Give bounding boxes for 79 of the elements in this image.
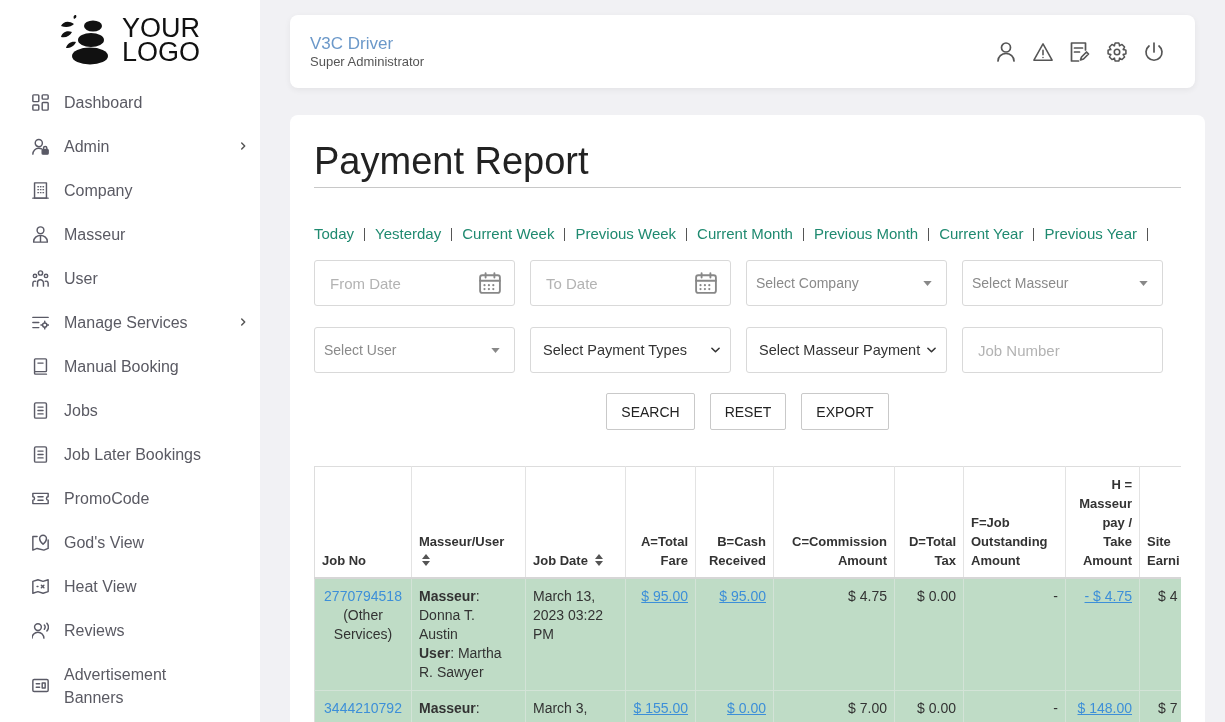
date-field[interactable]: To Date xyxy=(530,260,731,306)
document-icon xyxy=(32,445,49,463)
power-icon[interactable] xyxy=(1144,41,1164,62)
edit-icon[interactable] xyxy=(1070,41,1090,62)
table-cell: $ 4.75 xyxy=(773,578,895,691)
quick-filter-link[interactable]: Current Month xyxy=(697,225,793,243)
chevron-down-icon xyxy=(711,347,720,353)
account-role: Super Administrator xyxy=(310,53,425,70)
dropdown-field[interactable]: Select Payment Types xyxy=(530,327,731,373)
sidebar-item[interactable]: Manage Services xyxy=(0,300,260,344)
logo-text: YOUR LOGO xyxy=(122,16,200,64)
quick-filter-link[interactable]: Previous Year xyxy=(1044,225,1137,243)
quick-filter-link[interactable]: Current Year xyxy=(939,225,1024,243)
sidebar-item[interactable]: Manual Booking xyxy=(0,344,260,388)
sidebar-item[interactable]: Dashboard xyxy=(0,80,260,124)
building-icon xyxy=(32,181,49,199)
sort-icon xyxy=(422,554,430,566)
table-cell: March 3, xyxy=(525,690,626,722)
chevron-right-icon xyxy=(240,317,246,327)
user-name: User: Martha R. Sawyer xyxy=(419,644,503,682)
warning-icon[interactable] xyxy=(1033,41,1053,62)
table-cell: $ 4 xyxy=(1139,578,1181,691)
document-icon xyxy=(32,401,49,419)
caret-icon xyxy=(491,347,500,353)
table-cell: - xyxy=(963,578,1066,691)
sidebar-item[interactable]: Reviews xyxy=(0,608,260,652)
sidebar-item[interactable]: Advertisement Banners xyxy=(0,652,260,719)
chevron-right-icon xyxy=(240,141,246,151)
quick-filter-link[interactable]: Today xyxy=(314,225,355,243)
ad-banner-icon xyxy=(32,677,49,694)
settings-icon[interactable] xyxy=(1107,41,1127,62)
action-button[interactable]: EXPORT xyxy=(801,393,889,430)
table-cell: $ 7 xyxy=(1139,690,1181,722)
quick-filter-link[interactable]: Current Week xyxy=(462,225,555,243)
table-cell: $ 7.00 xyxy=(773,690,895,722)
dropdown-field[interactable]: Select Masseur Payment xyxy=(746,327,947,373)
quick-filter-link[interactable]: Previous Month xyxy=(813,225,919,243)
service-label: (Other Services) xyxy=(332,606,394,644)
person-voice-icon xyxy=(32,621,49,639)
page-title: Payment Report xyxy=(314,140,590,183)
sidebar-item[interactable]: PromoCode xyxy=(0,476,260,520)
user-lock-icon xyxy=(32,137,49,155)
date-field[interactable]: From Date xyxy=(314,260,515,306)
map-icon xyxy=(32,577,49,595)
account-name: V3C Driver xyxy=(310,33,394,54)
chevron-down-icon xyxy=(927,347,936,353)
calendar-icon xyxy=(695,272,717,294)
person-icon xyxy=(32,225,49,243)
map-pin-icon xyxy=(32,533,49,551)
sidebar-item[interactable]: Heat View xyxy=(0,564,260,608)
quick-filter-link[interactable]: Yesterday xyxy=(375,225,442,243)
table-cell: $ 0.00 xyxy=(894,690,964,722)
sidebar-item[interactable]: User xyxy=(0,256,260,300)
calendar-icon xyxy=(479,272,501,294)
input-field[interactable]: Job Number xyxy=(962,327,1163,373)
caret-icon xyxy=(923,280,932,286)
sidebar-item[interactable]: Jobs xyxy=(0,388,260,432)
sidebar-item[interactable]: Masseur xyxy=(0,212,260,256)
grid-icon xyxy=(32,93,49,111)
dropdown-field[interactable]: Select User xyxy=(314,327,515,373)
action-button[interactable]: SEARCH xyxy=(606,393,695,430)
action-button[interactable]: RESET xyxy=(709,393,787,430)
users-icon xyxy=(32,269,49,287)
sidebar-item[interactable]: Admin xyxy=(0,124,260,168)
table-cell: $ 0.00 xyxy=(894,578,964,691)
masseur-name: Masseur: Donna T. Austin xyxy=(419,587,481,644)
quick-filter-link[interactable]: Previous Week xyxy=(575,225,677,243)
table-cell: March 13, 2023 03:22 PM xyxy=(525,578,626,691)
sort-icon xyxy=(594,554,603,566)
dropdown-field[interactable]: Select Company xyxy=(746,260,947,306)
sidebar-item[interactable]: God's View xyxy=(0,520,260,564)
table-cell: - xyxy=(963,690,1066,722)
masseur-name: Masseur: xyxy=(419,699,481,718)
dropdown-field[interactable]: Select Masseur xyxy=(962,260,1163,306)
sidebar-item[interactable]: Job Later Bookings xyxy=(0,432,260,476)
book-icon xyxy=(32,357,49,375)
user-icon[interactable] xyxy=(996,41,1016,62)
sidebar-item[interactable]: Company xyxy=(0,168,260,212)
caret-icon xyxy=(1139,280,1148,286)
